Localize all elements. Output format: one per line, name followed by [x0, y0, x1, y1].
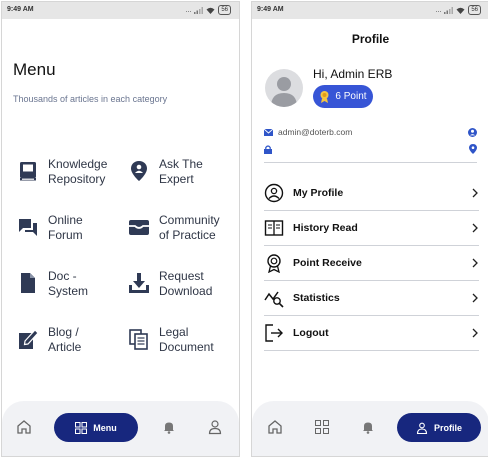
inbox-icon: [129, 220, 149, 235]
menu-item-label: Blog / Article: [48, 325, 82, 354]
signal-icon: [194, 6, 204, 14]
greeting-text: Hi, Admin ERB: [313, 67, 393, 81]
page-title: Menu: [13, 60, 56, 79]
menu-item-label: Community of Practice: [159, 213, 220, 242]
badge-icon: [267, 254, 281, 273]
home-icon[interactable]: [16, 419, 32, 435]
signal-icon: [444, 6, 454, 14]
chevron-right-icon: [472, 293, 478, 303]
chevron-right-icon: [472, 328, 478, 338]
menu-item-knowledge-repository[interactable]: Knowledge Repository: [17, 157, 107, 187]
row-label: Point Receive: [293, 257, 362, 269]
status-time: 9:49 AM: [7, 6, 34, 13]
location-icon: [469, 144, 477, 154]
medal-icon: [320, 91, 329, 103]
point-badge-label: 6 Point: [335, 91, 367, 102]
wifi-icon: [456, 7, 465, 14]
location-person-icon: [131, 161, 147, 181]
menu-item-legal-document[interactable]: Legal Document: [128, 325, 214, 355]
nav-menu-button[interactable]: Menu: [54, 413, 138, 442]
chat-icon: [19, 219, 37, 236]
status-time: 9:49 AM: [257, 6, 284, 13]
point-receive-row[interactable]: Point Receive: [264, 246, 479, 281]
bottom-nav: Menu: [2, 401, 239, 456]
chevron-right-icon: [472, 223, 478, 233]
profile-screen: 9:49 AM ... 56 Profile Hi, Admin ERB 6 P…: [251, 1, 488, 457]
statistics-row[interactable]: Statistics: [264, 281, 479, 316]
user-icon: [416, 422, 428, 434]
status-more-text: ...: [435, 6, 442, 14]
my-profile-row[interactable]: My Profile: [264, 176, 479, 211]
chevron-right-icon: [472, 258, 478, 268]
mail-icon: [264, 128, 273, 136]
row-label: Logout: [293, 327, 329, 339]
status-more-text: ...: [185, 6, 192, 14]
wifi-icon: [206, 7, 215, 14]
nav-profile-label: Profile: [433, 422, 462, 433]
logout-row[interactable]: Logout: [264, 316, 479, 351]
grid-icon[interactable]: [314, 419, 330, 435]
user-icon[interactable]: [207, 419, 223, 435]
contact-info: admin@doterb.com: [264, 124, 477, 163]
nav-profile-button[interactable]: Profile: [397, 413, 481, 442]
menu-item-doc-system[interactable]: Doc - System: [17, 269, 88, 299]
download-icon: [129, 273, 149, 293]
menu-item-community-of-practice[interactable]: Community of Practice: [128, 213, 220, 243]
bottom-nav: Profile: [252, 401, 488, 456]
menu-item-request-download[interactable]: Request Download: [128, 269, 212, 299]
book-icon: [20, 162, 36, 181]
battery-icon: 56: [218, 5, 231, 15]
menu-item-online-forum[interactable]: Online Forum: [17, 213, 83, 243]
documents-icon: [129, 329, 148, 350]
status-icons: ... 56: [435, 5, 481, 15]
avatar-person-icon: [271, 77, 297, 107]
menu-item-ask-the-expert[interactable]: Ask The Expert: [128, 157, 203, 187]
menu-item-label: Knowledge Repository: [48, 157, 108, 186]
row-label: History Read: [293, 222, 358, 234]
status-bar: 9:49 AM ... 56: [2, 2, 239, 19]
email-text: admin@doterb.com: [278, 127, 353, 137]
status-icons: ... 56: [185, 5, 231, 15]
grid-icon: [75, 421, 88, 434]
menu-item-label: Request Download: [159, 269, 213, 298]
bell-icon[interactable]: [360, 419, 376, 435]
open-book-icon: [264, 220, 284, 236]
logout-icon: [265, 324, 283, 342]
menu-item-blog-article[interactable]: Blog / Article: [17, 325, 81, 355]
status-bar: 9:49 AM ... 56: [252, 2, 488, 19]
point-badge[interactable]: 6 Point: [313, 85, 373, 108]
document-icon: [21, 273, 35, 293]
avatar: [265, 69, 303, 107]
home-icon[interactable]: [267, 419, 283, 435]
menu-item-label: Legal Document: [159, 325, 214, 354]
row-label: My Profile: [293, 187, 344, 199]
lock-icon: [264, 144, 272, 154]
bell-icon[interactable]: [161, 419, 177, 435]
page-subtitle: Thousands of articles in each category: [13, 94, 168, 104]
statistics-icon: [264, 291, 284, 308]
menu-item-label: Online Forum: [48, 213, 83, 242]
nav-menu-label: Menu: [93, 422, 117, 433]
menu-screen: 9:49 AM ... 56 Menu Thousands of article…: [1, 1, 240, 457]
row-label: Statistics: [293, 292, 340, 304]
battery-icon: 56: [468, 5, 481, 15]
history-read-row[interactable]: History Read: [264, 211, 479, 246]
page-title: Profile: [351, 32, 390, 46]
edit-icon: [19, 329, 39, 349]
chevron-right-icon: [472, 188, 478, 198]
user-circle-icon: [264, 183, 284, 203]
menu-item-label: Doc - System: [48, 269, 89, 298]
menu-item-label: Ask The Expert: [159, 157, 203, 186]
account-icon: [468, 127, 477, 137]
